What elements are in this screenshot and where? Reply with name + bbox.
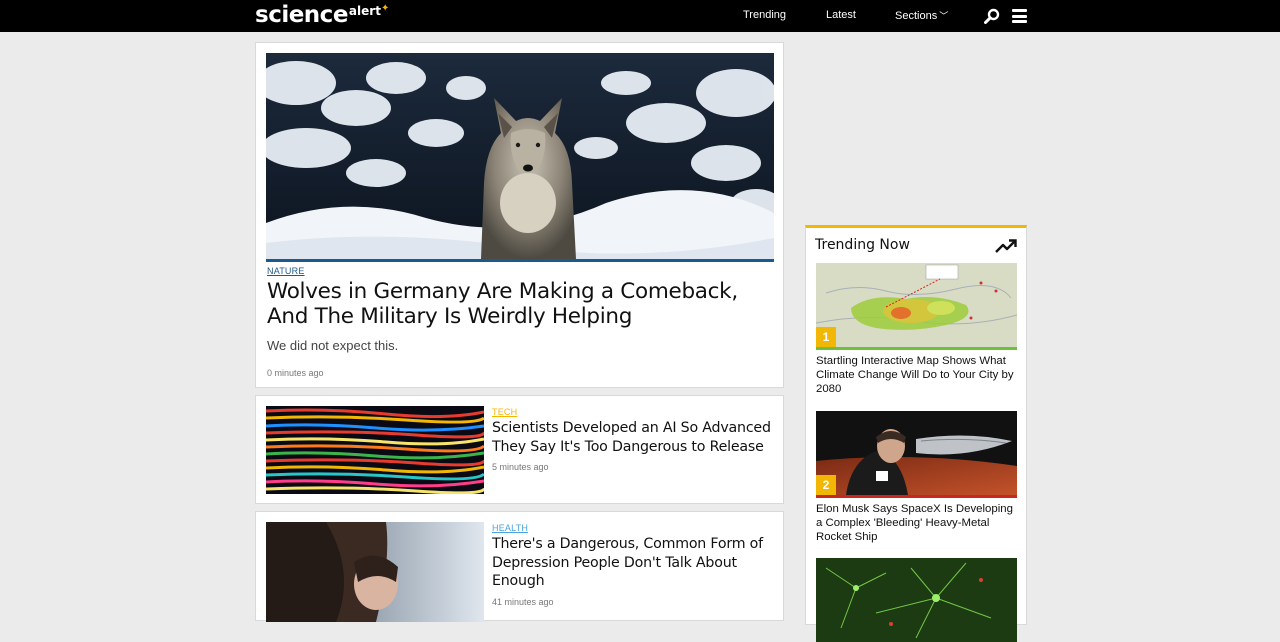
trending-headline[interactable]: Elon Musk Says SpaceX Is Developing a Co…: [816, 502, 1017, 545]
featured-article-card[interactable]: NATURE Wolves in Germany Are Making a Co…: [255, 42, 784, 388]
trending-item[interactable]: 2 Elon Musk Says SpaceX Is Developing a …: [816, 411, 1017, 545]
article-headline[interactable]: There's a Dangerous, Common Form of Depr…: [492, 535, 772, 591]
trending-up-icon: [995, 238, 1017, 254]
menu-icon[interactable]: [1012, 9, 1027, 23]
nav-trending[interactable]: Trending: [743, 9, 786, 21]
nav-latest[interactable]: Latest: [826, 9, 856, 21]
featured-dek: We did not expect this.: [267, 338, 399, 353]
trending-divider: [816, 495, 1017, 498]
article-category[interactable]: NATURE: [267, 266, 305, 276]
nav-sections-label: Sections: [895, 10, 938, 22]
ai-article-image[interactable]: [266, 406, 484, 494]
article-card[interactable]: HEALTH There's a Dangerous, Common Form …: [255, 511, 784, 622]
category-color-bar: [266, 259, 774, 262]
trending-headline[interactable]: Startling Interactive Map Shows What Cli…: [816, 354, 1017, 397]
trending-rank-badge: 2: [816, 475, 836, 495]
depression-article-image[interactable]: [266, 522, 484, 622]
trending-item[interactable]: [816, 558, 1017, 642]
climate-map-image[interactable]: 1: [816, 263, 1017, 347]
trending-divider: [816, 347, 1017, 350]
trending-rank-badge: 1: [816, 327, 836, 347]
spacex-rocket-image[interactable]: 2: [816, 411, 1017, 495]
article-timestamp: 5 minutes ago: [492, 462, 549, 472]
sciencealert-logo[interactable]: science alert ✦: [255, 2, 389, 28]
top-navigation-bar: science alert ✦ Trending Latest Sections…: [0, 0, 1280, 32]
search-icon[interactable]: [984, 8, 1000, 24]
article-timestamp: 41 minutes ago: [492, 597, 554, 607]
article-category[interactable]: HEALTH: [492, 523, 528, 533]
neuron-image[interactable]: [816, 558, 1017, 642]
chevron-down-icon: ﹀: [939, 11, 949, 21]
trending-title: Trending Now: [815, 237, 910, 253]
logo-alert-text: alert: [348, 4, 381, 18]
article-card[interactable]: TECH Scientists Developed an AI So Advan…: [255, 395, 784, 504]
article-category[interactable]: TECH: [492, 407, 517, 417]
featured-timestamp: 0 minutes ago: [267, 368, 324, 378]
trending-now-panel: Trending Now 1 Startling Interactive Map…: [805, 225, 1027, 642]
logo-spark-icon: ✦: [380, 3, 390, 14]
logo-science-text: science: [255, 2, 348, 28]
featured-headline[interactable]: Wolves in Germany Are Making a Comeback,…: [267, 279, 777, 329]
wolf-image[interactable]: [266, 53, 774, 259]
trending-item[interactable]: 1 Startling Interactive Map Shows What C…: [816, 263, 1017, 397]
nav-sections[interactable]: Sections ﹀: [895, 9, 948, 22]
article-headline[interactable]: Scientists Developed an AI So Advanced T…: [492, 419, 772, 456]
